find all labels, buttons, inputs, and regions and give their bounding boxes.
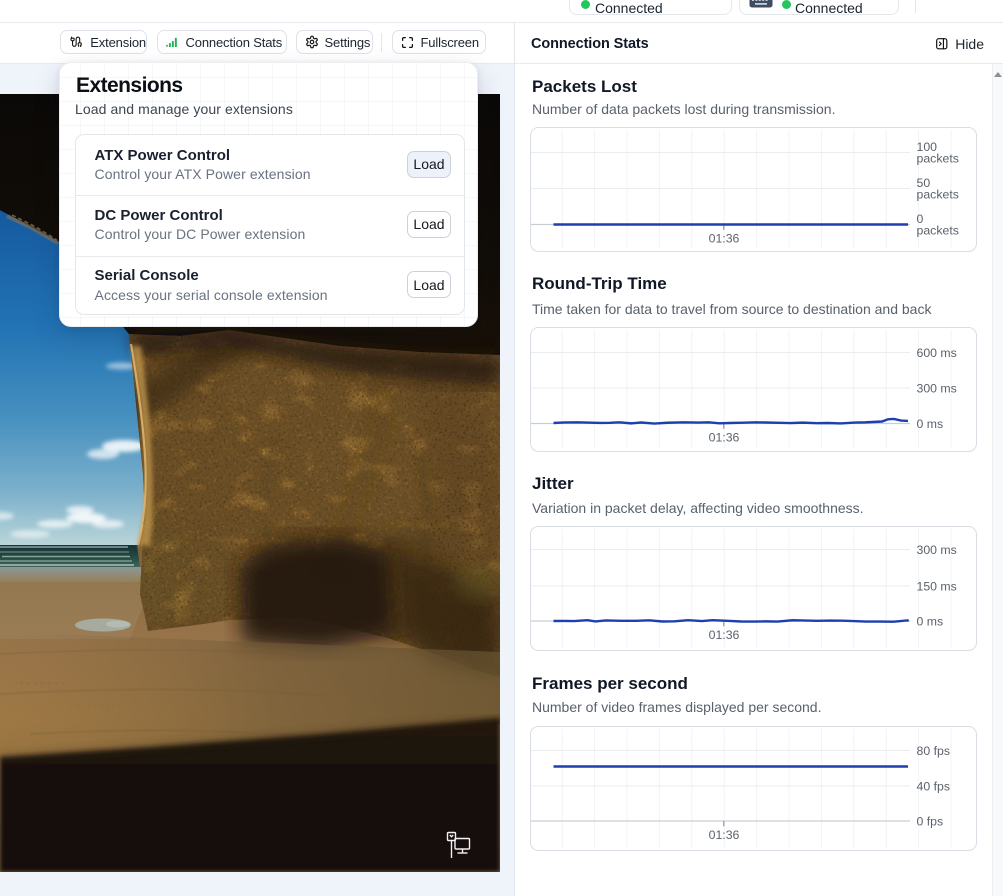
svg-text:0 ms: 0 ms [917, 614, 944, 628]
svg-text:80 fps: 80 fps [917, 744, 951, 758]
svg-text:40 fps: 40 fps [917, 779, 951, 793]
svg-text:600 ms: 600 ms [917, 346, 957, 360]
svg-text:0 fps: 0 fps [917, 814, 944, 828]
svg-text:150 ms: 150 ms [917, 579, 957, 593]
svg-text:packets: packets [917, 224, 959, 238]
svg-text:packets: packets [917, 152, 959, 166]
svg-text:01:36: 01:36 [709, 232, 740, 246]
svg-text:01:36: 01:36 [709, 628, 740, 642]
svg-text:300 ms: 300 ms [917, 543, 957, 557]
svg-text:packets: packets [917, 188, 959, 202]
svg-text:300 ms: 300 ms [917, 381, 957, 395]
svg-text:01:36: 01:36 [709, 828, 740, 842]
svg-text:0 ms: 0 ms [917, 417, 944, 431]
svg-text:01:36: 01:36 [709, 431, 740, 445]
